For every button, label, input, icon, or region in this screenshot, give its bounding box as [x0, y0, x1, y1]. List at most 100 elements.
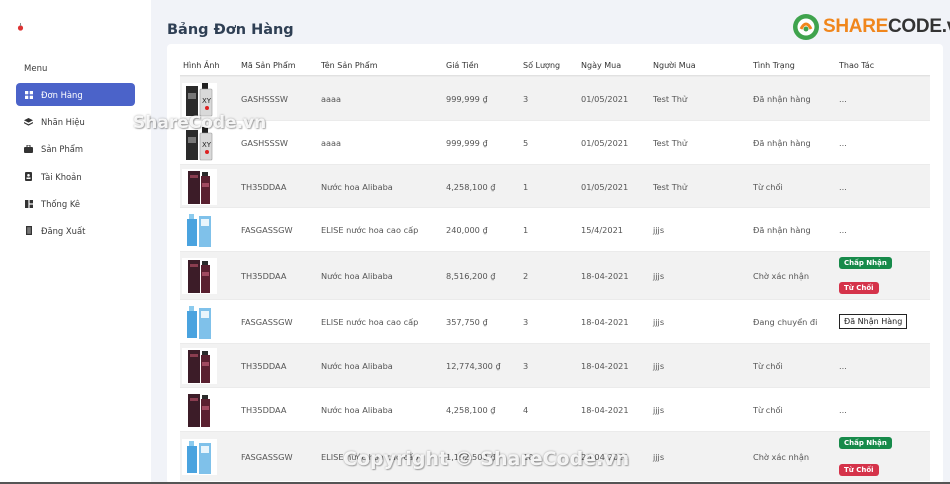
cell-date: 15/4/2021	[581, 225, 623, 235]
cell-status: Từ chối	[753, 182, 783, 192]
cell-name: Nước hoa Alibaba	[321, 361, 393, 371]
table-row: TH35DDAA Nước hoa Alibaba 8,516,200 ₫ 2 18-0…	[180, 251, 930, 299]
cell-buyer: Test Thử	[653, 182, 688, 192]
col-header-status: Tình Trạng	[753, 61, 795, 70]
stats-icon	[24, 199, 33, 208]
col-header-code: Mã Sản Phẩm	[241, 61, 296, 70]
cell-date: 20-04-2021	[581, 452, 629, 462]
reject-button[interactable]: Từ Chối	[839, 282, 879, 294]
cell-qty: 1	[523, 225, 529, 235]
page-title: Bảng Đơn Hàng	[167, 22, 294, 38]
cell-code: TH35DDAA	[241, 182, 287, 192]
cell-price: 12,774,300 ₫	[446, 361, 501, 371]
cell-code: FASGASSGW	[241, 452, 293, 462]
cell-date: 01/05/2021	[581, 182, 629, 192]
reject-button[interactable]: Từ Chối	[839, 464, 879, 476]
cell-price: 240,000 ₫	[446, 225, 488, 235]
accept-button[interactable]: Chấp Nhận	[839, 437, 892, 449]
cell-code: GASHSSSW	[241, 138, 288, 148]
col-header-date: Ngày Mua	[581, 61, 622, 70]
cell-buyer: jjjs	[653, 317, 665, 327]
user-card-icon	[24, 172, 33, 181]
sidebar-item-label: Tài Khoản	[41, 171, 82, 182]
cell-code: TH35DDAA	[241, 405, 287, 415]
cell-date: 01/05/2021	[581, 138, 629, 148]
sidebar-item-orders[interactable]: Đơn Hàng	[16, 83, 135, 106]
cell-status: Đang chuyển đi	[753, 317, 818, 327]
product-image	[182, 348, 217, 384]
cell-buyer: Test Thử	[653, 138, 688, 148]
briefcase-icon	[24, 144, 33, 153]
brand-suffix: CODE.vn	[888, 16, 950, 37]
cell-name: ELISE nước hoa cao cấp	[321, 317, 419, 327]
cell-action: ...	[839, 138, 847, 148]
table-row: FASGASSGW ELISE nước hoa cao cấp 357,750 ₫…	[180, 299, 930, 343]
sidebar-item-products[interactable]: Sản Phẩm	[16, 137, 135, 160]
mark-received-button[interactable]: Đã Nhận Hàng	[839, 314, 908, 329]
cell-name: Nước hoa Alibaba	[321, 182, 393, 192]
cell-price: 357,750 ₫	[446, 317, 488, 327]
accept-button[interactable]: Chấp Nhận	[839, 257, 892, 269]
cell-buyer: jjjs	[653, 452, 665, 462]
cell-price: 999,999 ₫	[446, 138, 488, 148]
table-header: Hình Ảnh Mã Sản Phẩm Tên Sản Phẩm Giá Ti…	[180, 52, 930, 76]
cell-name: aaaa	[321, 94, 342, 104]
cell-date: 18-04-2021	[581, 361, 629, 371]
cell-buyer: jjjs	[653, 271, 665, 281]
cell-buyer: Test Thử	[653, 94, 688, 104]
cell-status: Đã nhận hàng	[753, 94, 811, 104]
col-header-price: Giá Tiền	[446, 61, 479, 70]
cell-name: Nước hoa Alibaba	[321, 271, 393, 281]
product-image	[182, 304, 217, 340]
sidebar-item-logout[interactable]: Đăng Xuất	[16, 219, 135, 242]
sidebar: Menu Đơn Hàng Nhãn Hiệu Sản Phẩm Tài Kho…	[0, 0, 151, 484]
main-content: Bảng Đơn Hàng SHARECODE.vn Hình Ảnh Mã S…	[151, 0, 950, 484]
cell-price: 999,999 ₫	[446, 94, 488, 104]
cell-status: Đã nhận hàng	[753, 225, 811, 235]
cell-price: 4,258,100 ₫	[446, 182, 496, 192]
logo-icon	[17, 23, 24, 31]
svg-text:XY: XY	[202, 141, 212, 149]
sharecode-logo-icon	[793, 14, 819, 40]
orders-card: Hình Ảnh Mã Sản Phẩm Tên Sản Phẩm Giá Ti…	[167, 44, 943, 484]
product-image	[182, 169, 217, 205]
cell-action: ...	[839, 225, 847, 235]
col-header-qty: Số Lượng	[523, 61, 561, 70]
layers-icon	[24, 117, 33, 126]
cell-qty: 5	[523, 138, 529, 148]
cell-status: Từ chối	[753, 361, 783, 371]
cell-qty: 3	[523, 94, 529, 104]
cell-price: 8,516,200 ₫	[446, 271, 496, 281]
sidebar-item-label: Thống Kê	[41, 198, 81, 209]
grid-icon	[24, 90, 33, 99]
table-row: TH35DDAA Nước hoa Alibaba 4,258,100 ₫ 4 18-0…	[180, 387, 930, 431]
cell-code: FASGASSGW	[241, 317, 293, 327]
cell-qty: 3	[523, 361, 529, 371]
product-image	[182, 258, 217, 294]
sidebar-item-label: Nhãn Hiệu	[41, 116, 85, 127]
col-header-image: Hình Ảnh	[183, 61, 220, 70]
menu-label: Menu	[24, 64, 48, 74]
table-row: XY GASHSSSW aaaa 999,999 ₫ 5 01/05/2021 Test T…	[180, 120, 930, 164]
cell-status: Từ chối	[753, 405, 783, 415]
cell-status: Đã nhận hàng	[753, 138, 811, 148]
cell-status: Chờ xác nhận	[753, 271, 810, 281]
svg-text:XY: XY	[202, 97, 212, 105]
table-row: XY GASHSSSW aaaa 999,999 ₫ 3 01/05/2021 Test T…	[180, 76, 930, 120]
cell-date: 18-04-2021	[581, 317, 629, 327]
cell-date: 18-04-2021	[581, 405, 629, 415]
cell-qty: 2	[523, 271, 529, 281]
sidebar-item-brands[interactable]: Nhãn Hiệu	[16, 110, 135, 133]
product-image	[182, 439, 217, 475]
sidebar-item-statistics[interactable]: Thống Kê	[16, 192, 135, 215]
col-header-name: Tên Sản Phẩm	[321, 61, 378, 70]
sidebar-item-accounts[interactable]: Tài Khoản	[16, 165, 135, 188]
cell-qty: 4	[523, 405, 529, 415]
cell-action: ...	[839, 94, 847, 104]
cell-code: FASGASSGW	[241, 225, 293, 235]
cell-action: ...	[839, 405, 847, 415]
table-row: TH35DDAA Nước hoa Alibaba 12,774,300 ₫ 3 18-…	[180, 343, 930, 387]
cell-buyer: jjjs	[653, 225, 665, 235]
cell-code: GASHSSSW	[241, 94, 288, 104]
brand-logo: SHARECODE.vn	[792, 12, 950, 42]
